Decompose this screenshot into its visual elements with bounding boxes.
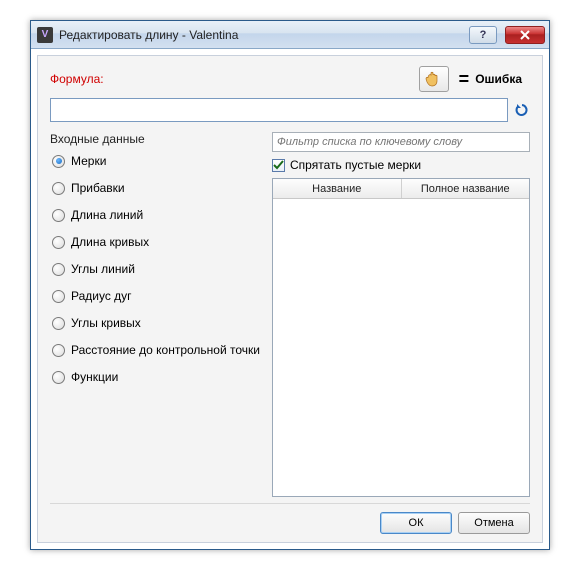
equals-icon: = xyxy=(459,69,470,90)
dialog-body: Формула: = Ошибка Входные данные Мерки xyxy=(37,55,543,543)
radio-label: Длина кривых xyxy=(71,235,149,249)
radio-button[interactable] xyxy=(52,290,65,303)
radio-option-2[interactable]: Длина линий xyxy=(52,208,260,222)
radio-option-6[interactable]: Углы кривых xyxy=(52,316,260,330)
formula-label: Формула: xyxy=(50,72,419,86)
button-row: ОК Отмена xyxy=(50,503,530,534)
radio-button[interactable] xyxy=(52,236,65,249)
radio-option-4[interactable]: Углы линий xyxy=(52,262,260,276)
close-button[interactable] xyxy=(505,26,545,44)
ok-button[interactable]: ОК xyxy=(380,512,452,534)
data-table[interactable]: Название Полное название xyxy=(272,178,530,497)
app-icon: V xyxy=(37,27,53,43)
refresh-icon xyxy=(515,103,529,117)
radio-label: Прибавки xyxy=(71,181,125,195)
radio-option-3[interactable]: Длина кривых xyxy=(52,235,260,249)
table-body[interactable] xyxy=(273,199,529,496)
radio-button[interactable] xyxy=(52,317,65,330)
hand-icon xyxy=(425,71,443,87)
radio-button[interactable] xyxy=(52,155,65,168)
radio-label: Функции xyxy=(71,370,118,384)
formula-header-row: Формула: = Ошибка xyxy=(50,66,530,92)
radio-button[interactable] xyxy=(52,371,65,384)
dialog-window: V Редактировать длину - Valentina ? Форм… xyxy=(30,20,550,550)
radio-option-5[interactable]: Радиус дуг xyxy=(52,289,260,303)
radio-label: Углы кривых xyxy=(71,316,141,330)
content-columns: Входные данные Мерки Прибавки Длина линий Д… xyxy=(50,132,530,497)
titlebar: V Редактировать длину - Valentina ? xyxy=(31,21,549,49)
radio-option-1[interactable]: Прибавки xyxy=(52,181,260,195)
hand-button[interactable] xyxy=(419,66,449,92)
filter-input[interactable] xyxy=(272,132,530,152)
radio-label: Углы линий xyxy=(71,262,135,276)
hide-empty-checkbox[interactable] xyxy=(272,159,285,172)
window-title: Редактировать длину - Valentina xyxy=(59,28,461,42)
input-data-panel: Входные данные Мерки Прибавки Длина линий Д… xyxy=(50,132,260,497)
refresh-button[interactable] xyxy=(514,102,530,118)
radio-option-8[interactable]: Функции xyxy=(52,370,260,384)
radio-button[interactable] xyxy=(52,344,65,357)
radio-list: Мерки Прибавки Длина линий Длина кривых Углы… xyxy=(50,154,260,384)
radio-button[interactable] xyxy=(52,209,65,222)
error-label: Ошибка xyxy=(475,72,522,86)
radio-label: Длина линий xyxy=(71,208,143,222)
column-name[interactable]: Название xyxy=(273,179,402,198)
formula-input[interactable] xyxy=(50,98,508,122)
radio-option-7[interactable]: Расстояние до контрольной точки xyxy=(52,343,260,357)
check-icon xyxy=(273,160,284,171)
column-fullname[interactable]: Полное название xyxy=(402,179,530,198)
radio-label: Радиус дуг xyxy=(71,289,132,303)
data-panel: Спрятать пустые мерки Название Полное на… xyxy=(272,132,530,497)
radio-option-0[interactable]: Мерки xyxy=(52,154,260,168)
hide-empty-row[interactable]: Спрятать пустые мерки xyxy=(272,158,530,172)
radio-button[interactable] xyxy=(52,182,65,195)
input-data-title: Входные данные xyxy=(50,132,260,146)
help-button[interactable]: ? xyxy=(469,26,497,44)
cancel-button[interactable]: Отмена xyxy=(458,512,530,534)
table-header: Название Полное название xyxy=(273,179,529,199)
radio-button[interactable] xyxy=(52,263,65,276)
close-icon xyxy=(519,30,531,40)
hide-empty-label: Спрятать пустые мерки xyxy=(290,158,421,172)
formula-input-row xyxy=(50,98,530,122)
radio-label: Расстояние до контрольной точки xyxy=(71,343,260,357)
radio-label: Мерки xyxy=(71,154,106,168)
